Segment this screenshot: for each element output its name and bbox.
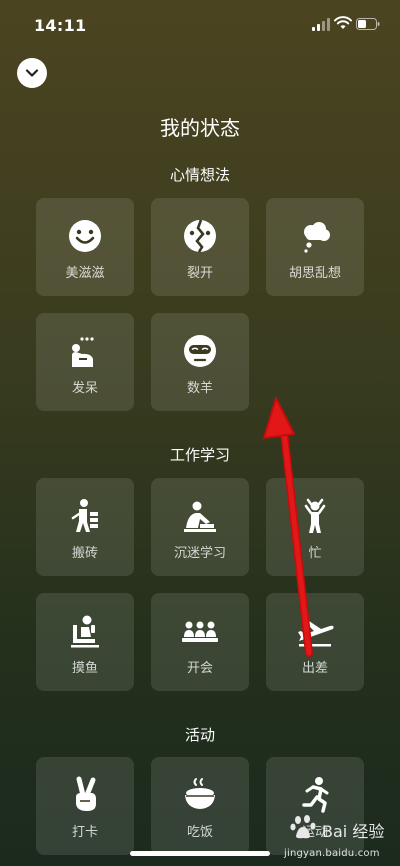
status-label: 吃饭	[186, 825, 213, 840]
smile-icon	[69, 220, 101, 252]
status-label: 搬砖	[71, 546, 98, 561]
watermark-text: Bai 经验	[322, 822, 385, 841]
status-label: 胡思乱想	[288, 266, 341, 281]
status-label: 出差	[301, 661, 328, 676]
airplane-icon	[298, 621, 334, 647]
status-label: 摸鱼	[71, 661, 98, 676]
status-tile-busy[interactable]: 忙	[266, 478, 364, 576]
status-label: 忙	[308, 546, 322, 561]
sleep-mask-icon	[184, 335, 216, 367]
section-title-work: 工作学习	[169, 446, 230, 464]
status-tile-happy[interactable]: 美滋滋	[36, 198, 134, 296]
baidu-paw-icon	[290, 815, 316, 839]
home-indicator[interactable]	[130, 851, 270, 856]
status-label: 开会	[186, 661, 213, 676]
status-tile-business-trip[interactable]: 出差	[266, 593, 364, 691]
slack-off-icon	[71, 615, 99, 648]
meeting-icon	[182, 621, 218, 642]
status-tile-check-in[interactable]: 打卡	[36, 757, 134, 855]
section-title-activity: 活动	[184, 726, 215, 744]
status-label: 发呆	[71, 381, 98, 396]
rice-bowl-icon	[185, 778, 215, 809]
status-tile-daze[interactable]: 发呆	[36, 313, 134, 411]
chevron-down-icon	[25, 69, 39, 77]
status-tile-slacking[interactable]: 摸鱼	[36, 593, 134, 691]
watermark: Bai 经验 jingyan.baidu.com	[282, 806, 400, 866]
cellular-signal-icon	[312, 18, 330, 31]
status-tile-eating[interactable]: 吃饭	[151, 757, 249, 855]
cracked-face-icon	[184, 219, 216, 253]
status-time: 14:11	[34, 16, 87, 35]
status-tile-meeting[interactable]: 开会	[151, 593, 249, 691]
watermark-url: jingyan.baidu.com	[284, 848, 380, 859]
victory-hand-icon	[76, 776, 96, 811]
status-tile-counting-sheep[interactable]: 数羊	[151, 313, 249, 411]
status-bar: 14:11	[0, 0, 400, 50]
battery-icon	[356, 18, 380, 30]
status-tile-studying[interactable]: 沉迷学习	[151, 478, 249, 576]
status-tile-cracked[interactable]: 裂开	[151, 198, 249, 296]
status-label: 打卡	[71, 825, 98, 840]
page-title: 我的状态	[160, 116, 240, 140]
status-label: 美滋滋	[65, 266, 105, 281]
brick-carry-icon	[71, 499, 98, 532]
status-label: 裂开	[186, 266, 213, 281]
wifi-icon	[334, 16, 352, 29]
section-title-mood: 心情想法	[169, 166, 230, 184]
status-tile-overthinking[interactable]: 胡思乱想	[266, 198, 364, 296]
status-label: 数羊	[186, 381, 213, 396]
busy-icon	[304, 498, 326, 533]
status-label: 沉迷学习	[173, 546, 226, 561]
status-tile-brick-moving[interactable]: 搬砖	[36, 478, 134, 576]
collapse-button[interactable]	[17, 58, 47, 88]
study-icon	[184, 501, 216, 532]
thought-cloud-icon	[304, 222, 330, 253]
daze-icon	[72, 337, 94, 367]
